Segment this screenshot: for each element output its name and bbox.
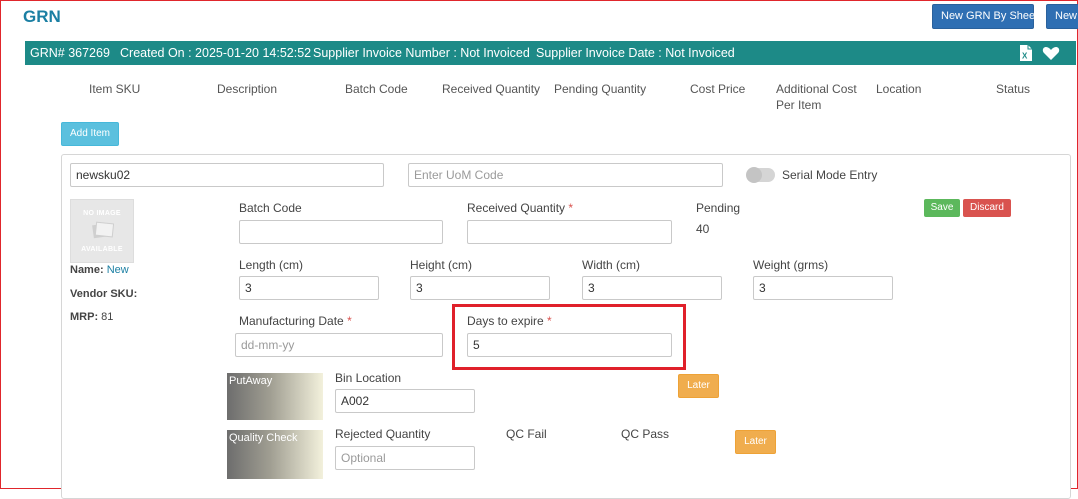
weight-input[interactable]: 3 <box>753 276 893 300</box>
vendor-sku-label: Vendor SKU: <box>70 288 138 300</box>
quality-check-box: Quality Check <box>227 430 323 479</box>
supplier-invoice-date: Supplier Invoice Date : Not Invoiced <box>536 46 735 60</box>
weight-label: Weight (grms) <box>753 258 829 272</box>
rejected-quantity-label: Rejected Quantity <box>335 427 431 441</box>
quality-check-later-button[interactable]: Later <box>735 430 776 454</box>
new-grn-by-sheet-button[interactable]: New GRN By Sheet <box>932 4 1038 29</box>
manufacturing-date-label: Manufacturing Date * <box>239 314 352 328</box>
rejected-quantity-input[interactable]: Optional <box>335 446 475 470</box>
height-label: Height (cm) <box>410 258 473 272</box>
batch-code-label: Batch Code <box>239 201 302 215</box>
mrp-value: 81 <box>101 311 114 323</box>
sku-input[interactable]: newsku02 <box>70 163 384 187</box>
col-description: Description <box>217 82 278 96</box>
manufacturing-date-input[interactable]: dd-mm-yy <box>235 333 443 357</box>
received-quantity-text: Received Quantity <box>467 201 566 215</box>
highlight-box <box>452 304 686 370</box>
col-location: Location <box>876 82 922 96</box>
page-title: GRN <box>23 7 61 26</box>
required-mark: * <box>568 201 574 215</box>
grn-header-bar: GRN# 367269 Created On : 2025-01-20 14:5… <box>25 41 1076 65</box>
putaway-box: PutAway <box>227 373 323 420</box>
mrp-info: MRP: 81 <box>70 311 113 323</box>
qc-pass-label: QC Pass <box>621 427 670 441</box>
col-batch-code: Batch Code <box>345 82 408 96</box>
image-icon <box>92 221 114 239</box>
received-quantity-label: Received Quantity * <box>467 201 573 215</box>
name-info: Name: New <box>70 264 129 276</box>
bin-location-label: Bin Location <box>335 371 402 385</box>
width-label: Width (cm) <box>582 258 640 272</box>
col-additional-cost: Additional Cost Per Item <box>776 81 857 113</box>
no-image-placeholder: NO IMAGE AVAILABLE <box>70 199 134 263</box>
batch-code-input[interactable] <box>239 220 443 244</box>
name-value: New <box>106 264 129 276</box>
grn-number: GRN# 367269 <box>30 46 110 60</box>
toggle-knob <box>746 167 762 183</box>
save-button[interactable]: Save <box>924 199 960 217</box>
required-mark: * <box>347 314 352 328</box>
uom-code-input[interactable]: Enter UoM Code <box>408 163 723 187</box>
bin-location-input[interactable]: A002 <box>335 389 475 413</box>
excel-icon[interactable]: X <box>1017 44 1035 62</box>
svg-text:X: X <box>1022 52 1028 61</box>
no-image-text: NO IMAGE <box>83 210 121 217</box>
discard-button[interactable]: Discard <box>963 199 1011 217</box>
serial-mode-toggle[interactable] <box>746 167 775 183</box>
serial-mode-label: Serial Mode Entry <box>782 168 878 182</box>
col-cost-price: Cost Price <box>690 82 746 96</box>
name-label: Name: <box>70 264 104 276</box>
height-input[interactable]: 3 <box>410 276 550 300</box>
col-additional-cost-line1: Additional Cost <box>776 82 857 96</box>
manufacturing-date-text: Manufacturing Date <box>239 314 344 328</box>
created-on: Created On : 2025-01-20 14:52:52 <box>120 46 312 60</box>
width-input[interactable]: 3 <box>582 276 722 300</box>
putaway-later-button[interactable]: Later <box>678 374 719 398</box>
col-item-sku: Item SKU <box>89 82 141 96</box>
received-quantity-input[interactable] <box>467 220 672 244</box>
qc-fail-label: QC Fail <box>506 427 547 441</box>
pending-value: 40 <box>696 222 710 236</box>
col-pending-quantity: Pending Quantity <box>554 82 647 96</box>
pending-label: Pending <box>696 201 741 215</box>
add-item-button[interactable]: Add Item <box>61 122 119 146</box>
available-text: AVAILABLE <box>81 246 123 253</box>
new-grn-button[interactable]: New <box>1046 4 1078 29</box>
heart-icon[interactable] <box>1042 44 1060 62</box>
col-status: Status <box>996 82 1031 96</box>
col-received-quantity: Received Quantity <box>442 82 541 96</box>
length-label: Length (cm) <box>239 258 304 272</box>
supplier-invoice-number: Supplier Invoice Number : Not Invoiced <box>313 46 530 60</box>
length-input[interactable]: 3 <box>239 276 379 300</box>
col-additional-cost-line2: Per Item <box>776 98 822 112</box>
mrp-label: MRP: <box>70 311 99 323</box>
